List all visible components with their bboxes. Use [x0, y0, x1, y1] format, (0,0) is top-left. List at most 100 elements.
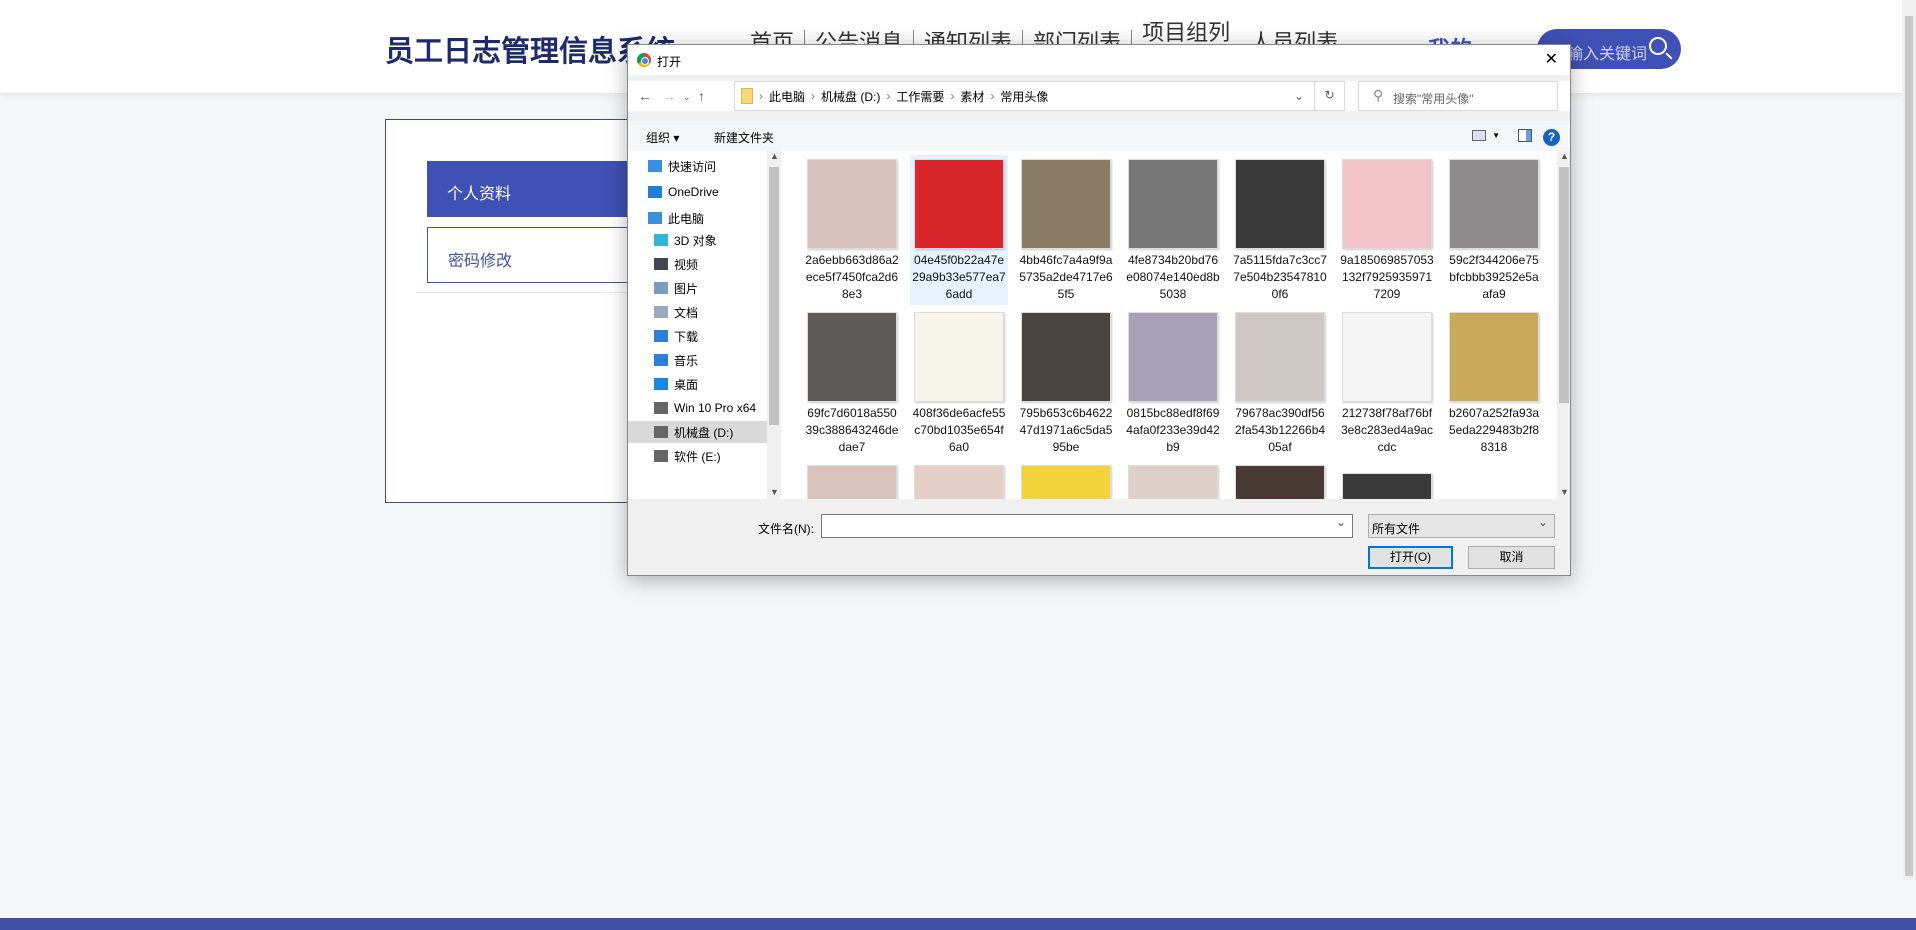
forward-icon[interactable]: → — [662, 88, 676, 104]
nav-item-label: 此电脑 — [668, 211, 705, 226]
breadcrumb-item[interactable]: 素材 — [960, 88, 984, 105]
preview-pane-icon[interactable] — [1518, 129, 1532, 142]
breadcrumb-item[interactable]: 机械盘 (D:) — [821, 88, 880, 105]
file-name: b2607a252fa93a5eda229483b2f88318 — [1448, 406, 1540, 454]
file-item[interactable]: 408f36de6acfe55c70bd1035e654f6a0 — [910, 308, 1008, 458]
open-button[interactable]: 打开(O) — [1368, 546, 1453, 569]
file-item[interactable] — [910, 461, 1008, 499]
sidebar-item-profile[interactable]: 个人资料 — [427, 161, 657, 217]
view-icon[interactable] — [1472, 130, 1486, 141]
file-name: 9a185069857053132f79259359717209 — [1340, 253, 1434, 301]
refresh-icon[interactable]: ↻ — [1314, 82, 1344, 110]
image-thumbnail — [1128, 159, 1218, 249]
file-item[interactable]: 59c2f344206e75bfcbbb39252e5aafa9 — [1445, 155, 1543, 305]
nav-item[interactable]: 下载 — [628, 325, 767, 347]
image-thumbnail — [807, 159, 897, 249]
nav-item[interactable]: 文档 — [628, 301, 767, 323]
nav-item[interactable]: 桌面 — [628, 373, 767, 395]
file-item[interactable]: 9a185069857053132f79259359717209 — [1338, 155, 1436, 305]
address-bar[interactable]: › 此电脑 › 机械盘 (D:) › 工作需要 › 素材 › 常用头像 ⌄ ↻ — [734, 81, 1345, 111]
new-folder-button[interactable]: 新建文件夹 — [714, 129, 774, 146]
drive-icon — [654, 450, 668, 462]
nav-item[interactable]: OneDrive — [628, 181, 767, 203]
close-icon[interactable]: ✕ — [1545, 49, 1558, 69]
up-icon[interactable]: ↑ — [698, 88, 705, 104]
nav-scrollbar[interactable]: ▲ ▼ — [767, 151, 781, 499]
navigation-pane: 快速访问 OneDrive 此电脑 3D 对象 视频 图片文档下载音乐桌面 Win 10 P… — [628, 151, 781, 499]
nav-item-label: 文档 — [674, 305, 699, 320]
picture-icon — [654, 282, 668, 294]
nav-item[interactable]: 图片 — [628, 277, 767, 299]
site-footer — [0, 918, 1916, 930]
folder-search-input[interactable]: 搜索"常用头像" — [1358, 81, 1558, 111]
divider — [416, 292, 656, 293]
file-item[interactable]: 7a5115fda7c3cc77e504b235478100f6 — [1231, 155, 1329, 305]
file-name: 4bb46fc7a4a9f9a5735a2de4717e65f5 — [1019, 253, 1113, 301]
filename-input[interactable] — [821, 514, 1353, 538]
nav-item[interactable]: 音乐 — [628, 349, 767, 371]
sidebar-item-password[interactable]: 密码修改 — [427, 227, 657, 283]
nav-item[interactable]: Win 10 Pro x64 — [628, 397, 767, 419]
chevron-down-icon[interactable]: ⌄ — [1294, 89, 1304, 103]
drive-icon — [654, 402, 668, 414]
file-item[interactable] — [1124, 461, 1222, 499]
file-item[interactable]: 69fc7d6018a55039c388643246dedae7 — [803, 308, 901, 458]
nav-item[interactable]: 机械盘 (D:) — [628, 421, 767, 443]
image-thumbnail — [1235, 312, 1325, 402]
file-item[interactable] — [1231, 461, 1329, 499]
search-icon[interactable] — [1649, 37, 1667, 55]
recent-dropdown-icon[interactable]: ⌄ — [683, 92, 691, 103]
file-item[interactable]: 0815bc88edf8f694afa0f233e39d42b9 — [1124, 308, 1222, 458]
back-icon[interactable]: ← — [638, 88, 652, 104]
help-icon[interactable]: ? — [1543, 129, 1560, 146]
music-icon — [654, 354, 668, 366]
files-scrollbar[interactable]: ▲ ▼ — [1557, 151, 1570, 499]
organize-button[interactable]: 组织 ▾ — [646, 129, 679, 146]
file-item[interactable]: 2a6ebb663d86a2ece5f7450fca2d68e3 — [803, 155, 901, 305]
file-item[interactable] — [1338, 461, 1436, 499]
file-name: 0815bc88edf8f694afa0f233e39d42b9 — [1126, 406, 1220, 454]
file-name: 69fc7d6018a55039c388643246dedae7 — [805, 406, 899, 454]
address-row: ← → ⌄ ↑ › 此电脑 › 机械盘 (D:) › 工作需要 › 素材 › 常用头像 ⌄… — [628, 81, 1570, 111]
image-thumbnail — [1235, 465, 1325, 499]
filename-label: 文件名(N): — [758, 522, 814, 536]
file-item[interactable] — [803, 461, 901, 499]
dialog-footer: 文件名(N): 所有文件 打开(O) 取消 — [628, 499, 1570, 577]
nav-item-label: 音乐 — [674, 353, 699, 368]
file-name: 212738f78af76bf3e8c283ed4a9accdc — [1340, 406, 1434, 454]
file-item[interactable]: b2607a252fa93a5eda229483b2f88318 — [1445, 308, 1543, 458]
nav-item[interactable]: 快速访问 — [628, 155, 767, 177]
breadcrumb-item[interactable]: 此电脑 — [769, 88, 805, 105]
file-item[interactable]: 4fe8734b20bd76e08074e140ed8b5038 — [1124, 155, 1222, 305]
dialog-title: 打开 — [657, 55, 682, 69]
image-thumbnail — [1342, 159, 1432, 249]
file-item[interactable]: 795b653c6b462247d1971a6c5da595be — [1017, 308, 1115, 458]
file-item[interactable]: 4bb46fc7a4a9f9a5735a2de4717e65f5 — [1017, 155, 1115, 305]
page-scrollbar[interactable] — [1902, 0, 1916, 880]
file-name: 795b653c6b462247d1971a6c5da595be — [1019, 406, 1113, 454]
star-icon — [648, 160, 662, 172]
file-item[interactable]: 79678ac390df562fa543b12266b405af — [1231, 308, 1329, 458]
view-dropdown-icon[interactable]: ▼ — [1492, 131, 1500, 140]
image-thumbnail — [1449, 159, 1539, 249]
nav-item[interactable]: 视频 — [628, 253, 767, 275]
folder-icon — [741, 88, 753, 104]
computer-icon — [648, 212, 662, 224]
nav-item-label: OneDrive — [668, 185, 719, 199]
image-thumbnail — [1128, 312, 1218, 402]
nav-item[interactable]: 3D 对象 — [628, 229, 767, 251]
nav-item[interactable]: 此电脑 — [628, 207, 767, 229]
cancel-button[interactable]: 取消 — [1468, 546, 1555, 569]
file-type-select[interactable]: 所有文件 — [1368, 514, 1555, 538]
image-thumbnail — [1021, 312, 1111, 402]
breadcrumb-item[interactable]: 常用头像 — [1000, 88, 1048, 105]
breadcrumb-item[interactable]: 工作需要 — [896, 88, 944, 105]
image-thumbnail — [914, 465, 1004, 499]
nav-item-label: 机械盘 (D:) — [674, 425, 734, 440]
file-item[interactable] — [1017, 461, 1115, 499]
file-grid: 2a6ebb663d86a2ece5f7450fca2d68e3 04e45f0b… — [781, 151, 1557, 499]
file-item[interactable]: 04e45f0b22a47e29a9b33e577ea76add — [910, 155, 1008, 305]
image-thumbnail — [914, 312, 1004, 402]
nav-item[interactable]: 软件 (E:) — [628, 445, 767, 467]
file-item[interactable]: 212738f78af76bf3e8c283ed4a9accdc — [1338, 308, 1436, 458]
